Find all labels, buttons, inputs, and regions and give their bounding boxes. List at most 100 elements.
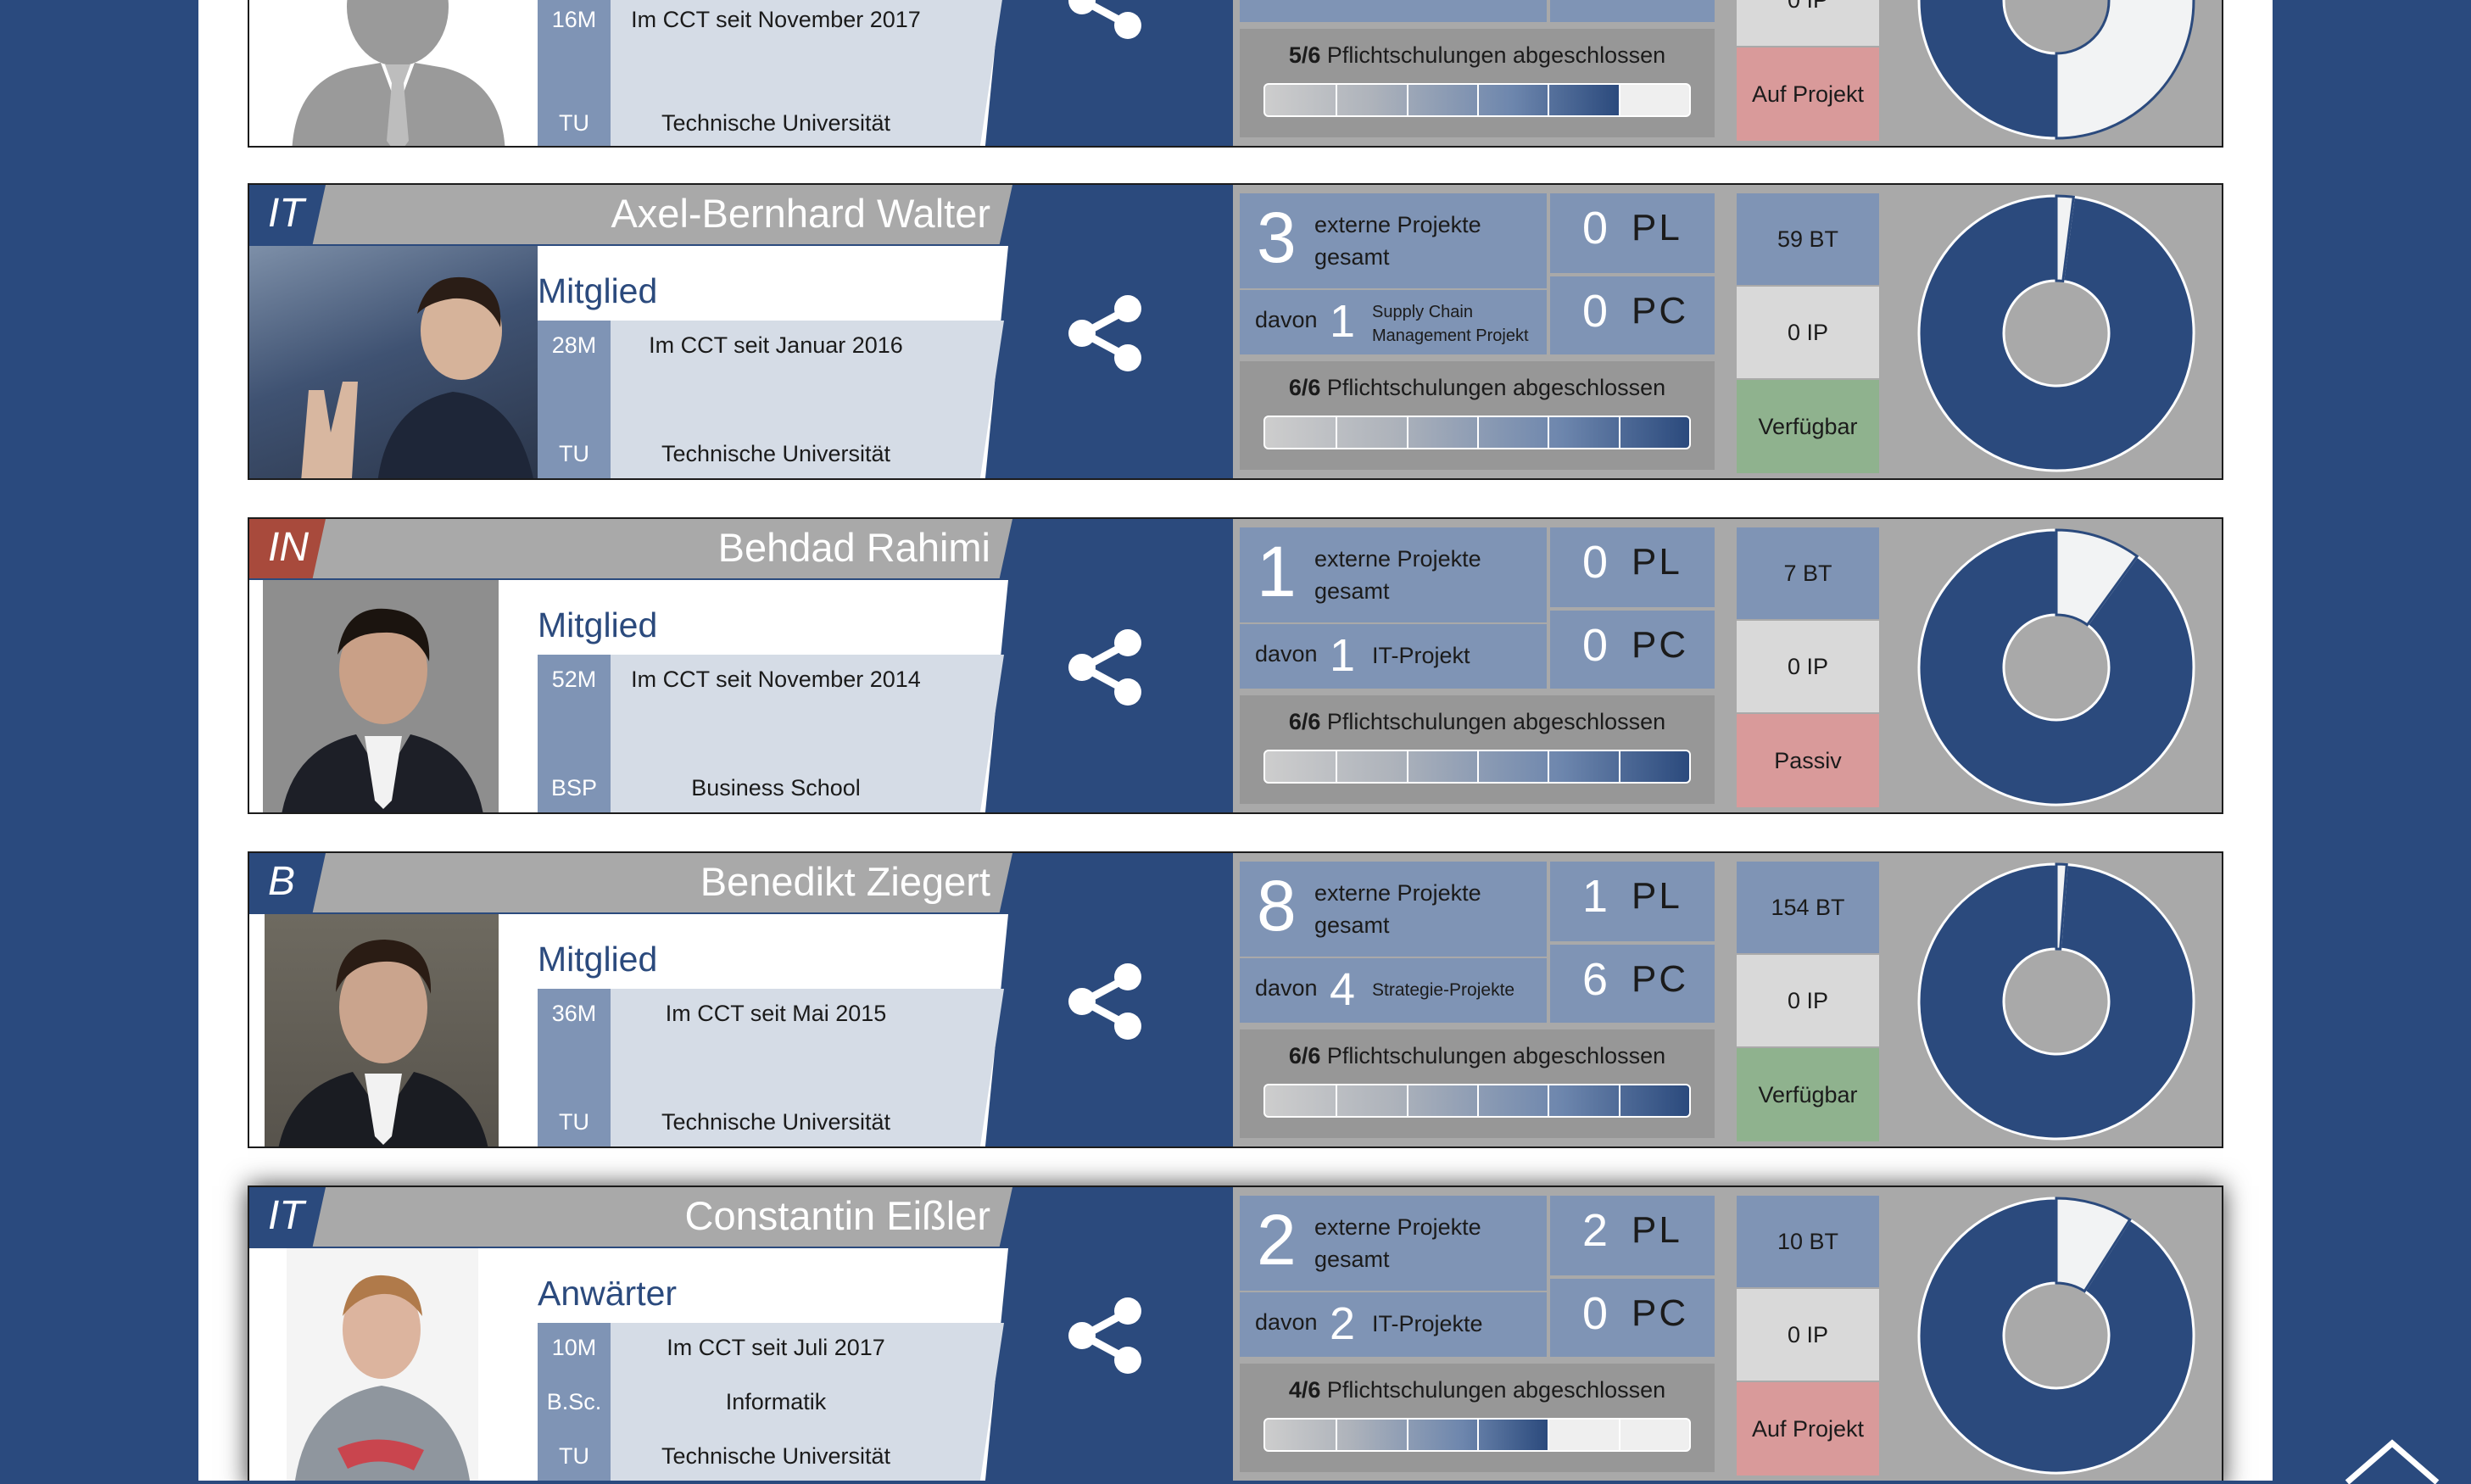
training-count: 5/6 [1288, 42, 1321, 68]
progress-segment-divider [1548, 417, 1550, 448]
davon-count: 1 [1330, 296, 1356, 347]
projects-total-label: externe Projekte gesamt [1314, 880, 1481, 938]
info-key: TU [559, 1443, 589, 1469]
progress-segment-divider [1406, 1420, 1408, 1450]
person-photo-icon [282, 608, 483, 812]
status-badge: Passiv [1737, 714, 1879, 807]
member-card[interactable]: Benedikt Ziegert B Mitglied 36M Im CCT se… [248, 851, 2223, 1148]
capacity-column: 154 BT 0 IP Verfügbar [1737, 862, 1879, 1141]
member-card[interactable]: 16M Im CCT seit November 2017 TU Technisch… [248, 0, 2223, 148]
scroll-to-top-icon[interactable] [2337, 1433, 2447, 1484]
davon-label: davon [1255, 307, 1318, 332]
info-key: 10M [551, 1335, 597, 1360]
info-value: Im CCT seit Mai 2015 [665, 1001, 887, 1026]
department-tag: IT [249, 185, 326, 244]
info-row: B.Sc. Informatik [538, 1389, 987, 1420]
training-text: 5/6 Pflichtschulungen abgeschlossen [1240, 42, 1715, 69]
training-panel: 5/6 Pflichtschulungen abgeschlossen [1240, 29, 1715, 137]
avatar [249, 246, 538, 478]
pc-label: PC [1632, 958, 1689, 1000]
card-left: Constantin Eißler IT Anwärter 10M Im CCT … [249, 1187, 1233, 1481]
ip-value: 0 IP [1737, 0, 1879, 46]
training-text: 6/6 Pflichtschulungen abgeschlossen [1240, 375, 1715, 401]
progress-segment-divider [1406, 417, 1408, 448]
status-badge: Verfügbar [1737, 1048, 1879, 1141]
pc-value: 0 [1582, 286, 1609, 337]
share-icon[interactable] [1065, 1296, 1145, 1375]
member-list: 16M Im CCT seit November 2017 TU Technisch… [198, 0, 2273, 1481]
info-block: 52M Im CCT seit November 2014 BSP Business… [538, 655, 1004, 812]
pc-count: 0 PC [1550, 1279, 1715, 1357]
info-value: Technische Universität [661, 110, 891, 136]
davon-count: 2 [1330, 1298, 1356, 1349]
training-progress-bar [1263, 1084, 1691, 1118]
donut-segment-light [2055, 0, 2195, 140]
share-icon[interactable] [1065, 962, 1145, 1041]
project-stats: 5/6 Pflichtschulungen abgeschlossen [1240, 0, 1715, 141]
status-badge: Auf Projekt [1737, 1382, 1879, 1476]
info-row: 10M Im CCT seit Juli 2017 [538, 1335, 987, 1365]
department-tag-label: IN [268, 525, 309, 570]
bt-value: 7 BT [1737, 527, 1879, 619]
progress-segment-divider [1618, 751, 1620, 782]
training-progress-bar [1263, 1418, 1691, 1452]
progress-segment-divider [1618, 85, 1620, 115]
pl-count: 0 PL [1550, 193, 1715, 273]
name-bar: Benedikt Ziegert [249, 853, 1012, 912]
capacity-column: 7 BT 0 IP Passiv [1737, 527, 1879, 807]
member-card-selected[interactable]: Constantin Eißler IT Anwärter 10M Im CCT … [248, 1186, 2223, 1481]
training-label: Pflichtschulungen abgeschlossen [1326, 1043, 1666, 1068]
info-value: Technische Universität [661, 1109, 891, 1135]
pl-label: PL [1632, 875, 1682, 917]
member-card[interactable]: Axel-Bernhard Walter IT Mitglied 28M Im C… [248, 183, 2223, 480]
availability-donut [1917, 1197, 2195, 1475]
info-value: Im CCT seit November 2014 [631, 667, 921, 692]
bt-value: 10 BT [1737, 1196, 1879, 1287]
training-panel: 6/6 Pflichtschulungen abgeschlossen [1240, 361, 1715, 470]
share-icon[interactable] [1065, 0, 1145, 41]
member-card[interactable]: Behdad Rahimi IN Mitglied 52M Im CCT seit… [248, 517, 2223, 814]
name-bar: Axel-Bernhard Walter [249, 185, 1012, 244]
share-icon[interactable] [1065, 628, 1145, 707]
projects-total-count: 1 [1257, 532, 1297, 611]
progress-segment-divider [1336, 1420, 1338, 1450]
person-photo-icon [294, 1275, 471, 1481]
training-panel: 6/6 Pflichtschulungen abgeschlossen [1240, 695, 1715, 804]
department-tag: IT [249, 1187, 326, 1247]
projects-davon: davon 2 IT-Projekte [1240, 1292, 1547, 1357]
info-value: Im CCT seit November 2017 [631, 7, 921, 32]
info-block: 10M Im CCT seit Juli 2017 B.Sc. Informatik… [538, 1323, 1004, 1481]
davon-label: davon [1255, 975, 1318, 1001]
info-value: Business School [691, 775, 861, 801]
department-tag-label: IT [268, 1193, 304, 1238]
department-tag: IN [249, 519, 326, 578]
projects-total: 3 externe Projekte gesamt [1240, 193, 1547, 288]
info-row: 16M Im CCT seit November 2017 [538, 7, 987, 37]
info-row: BSP Business School [538, 775, 987, 806]
info-row: TU Technische Universität [538, 110, 987, 141]
davon-label: davon [1255, 641, 1318, 667]
info-row: 52M Im CCT seit November 2014 [538, 667, 987, 697]
training-label: Pflichtschulungen abgeschlossen [1326, 42, 1666, 68]
ip-value: 0 IP [1737, 287, 1879, 378]
department-tag-label: B [268, 859, 296, 904]
projects-total-label: externe Projekte gesamt [1314, 1214, 1481, 1272]
projects-total-count: 3 [1257, 198, 1297, 277]
pc-value: 0 [1582, 620, 1609, 671]
training-text: 6/6 Pflichtschulungen abgeschlossen [1240, 1043, 1715, 1069]
info-row: TU Technische Universität [538, 1443, 987, 1474]
member-name: Behdad Rahimi [717, 525, 990, 570]
training-text: 6/6 Pflichtschulungen abgeschlossen [1240, 709, 1715, 735]
training-count: 6/6 [1288, 375, 1321, 400]
davon-label: davon [1255, 1309, 1318, 1335]
info-key: B.Sc. [546, 1389, 602, 1414]
training-count: 6/6 [1288, 1043, 1321, 1068]
pl-count: 2 PL [1550, 1196, 1715, 1275]
projects-total-label: externe Projekte gesamt [1314, 212, 1481, 270]
availability-donut [1917, 528, 2195, 806]
share-icon[interactable] [1065, 293, 1145, 373]
info-block: 16M Im CCT seit November 2017 TU Technisch… [538, 0, 1004, 146]
pl-value: 0 [1582, 537, 1609, 588]
pc-value: 0 [1582, 1288, 1609, 1339]
projects-total: 8 externe Projekte gesamt [1240, 862, 1547, 957]
